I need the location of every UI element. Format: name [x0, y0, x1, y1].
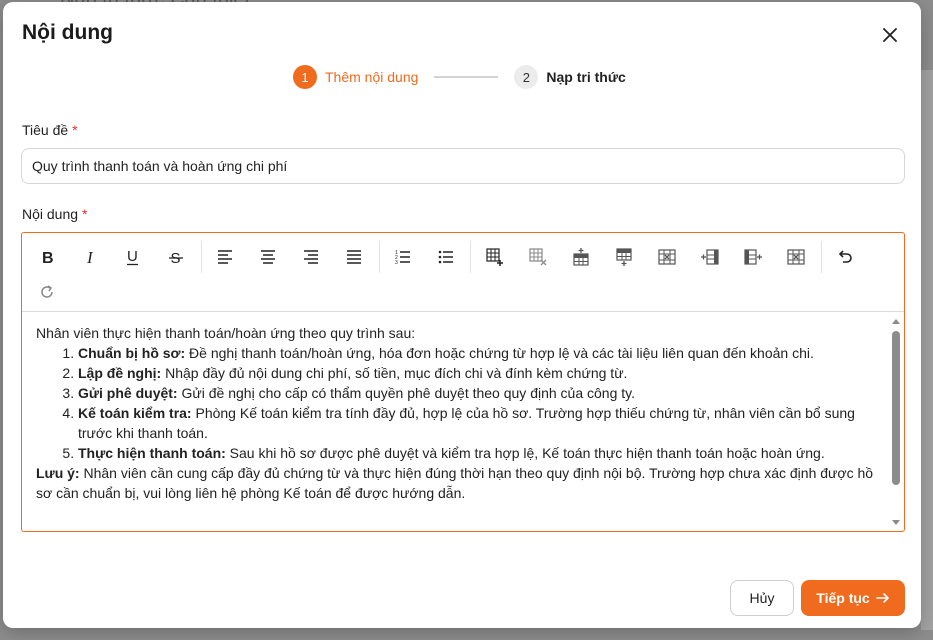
bold-icon: B	[42, 250, 54, 265]
delete-column-icon	[787, 249, 805, 265]
undo-icon	[838, 250, 852, 263]
toolbar-divider	[379, 241, 380, 273]
ordered-list-button[interactable]: 123	[390, 244, 416, 270]
toolbar-divider	[470, 241, 471, 273]
step-label: Nạp tri thức	[546, 69, 626, 85]
align-justify-icon	[347, 250, 361, 264]
cancel-button[interactable]: Hủy	[730, 580, 794, 616]
insert-column-left-icon	[701, 249, 719, 265]
delete-column-button[interactable]	[783, 244, 809, 270]
step-connector	[434, 76, 499, 78]
title-input[interactable]	[21, 148, 905, 184]
strikethrough-button[interactable]: S	[163, 244, 189, 270]
insert-column-right-button[interactable]	[740, 244, 766, 270]
insert-row-below-button[interactable]	[611, 244, 637, 270]
scroll-thumb[interactable]	[892, 331, 900, 485]
align-center-button[interactable]	[255, 244, 281, 270]
svg-text:U: U	[127, 248, 138, 265]
scroll-down-arrow-icon[interactable]	[892, 520, 900, 525]
undo-button[interactable]	[832, 244, 858, 270]
modal-title: Nội dung	[22, 21, 113, 44]
align-justify-button[interactable]	[341, 244, 367, 270]
close-icon	[883, 28, 897, 42]
title-label: Tiêu đề *	[22, 122, 78, 138]
insert-row-below-icon	[616, 248, 632, 266]
editor-toolbar: B I U S 1 2 3	[22, 233, 904, 312]
align-left-button[interactable]	[212, 244, 238, 270]
content-label: Nội dung *	[22, 206, 87, 222]
svg-text:I: I	[86, 249, 94, 265]
delete-row-button[interactable]	[654, 244, 680, 270]
delete-table-icon	[529, 248, 547, 266]
toolbar-divider	[201, 241, 202, 273]
insert-row-above-icon	[573, 248, 589, 266]
list-item-text: Phòng Kế toán kiểm tra tính đầy đủ, hợp …	[78, 405, 855, 441]
title-label-text: Tiêu đề	[22, 122, 69, 138]
note-title: Lưu ý:	[36, 465, 80, 481]
align-left-icon	[218, 250, 232, 264]
redo-button[interactable]	[34, 279, 60, 305]
toolbar-divider	[821, 241, 822, 273]
underline-button[interactable]: U	[120, 244, 146, 270]
continue-label: Tiếp tục	[816, 590, 870, 606]
close-button[interactable]	[879, 24, 901, 46]
redo-icon	[41, 285, 53, 298]
strikethrough-icon: S	[169, 250, 183, 265]
italic-icon: I	[86, 249, 94, 265]
bullet-list-icon	[438, 250, 453, 264]
align-right-button[interactable]	[298, 244, 324, 270]
list-item: Chuẩn bị hồ sơ: Đề nghị thanh toán/hoàn …	[78, 343, 874, 363]
align-right-icon	[304, 250, 318, 264]
step-number: 2	[514, 65, 539, 89]
step-number: 1	[293, 65, 317, 89]
scroll-up-arrow-icon[interactable]	[892, 319, 900, 324]
list-item: Lập đề nghị: Nhập đầy đủ nội dung chi ph…	[78, 363, 874, 383]
list-item-text: Sau khi hồ sơ được phê duyệt và kiểm tra…	[225, 445, 825, 461]
insert-column-right-icon	[744, 249, 762, 265]
svg-text:3: 3	[395, 260, 398, 265]
italic-button[interactable]: I	[77, 244, 103, 270]
content-note: Lưu ý: Nhân viên cần cung cấp đầy đủ chứ…	[36, 463, 874, 503]
content-ordered-list: Chuẩn bị hồ sơ: Đề nghị thanh toán/hoàn …	[78, 343, 874, 463]
svg-text:B: B	[42, 250, 54, 265]
delete-table-button[interactable]	[525, 244, 551, 270]
list-item-title: Lập đề nghị:	[78, 365, 162, 381]
underline-icon: U	[127, 248, 138, 266]
ordered-list-icon: 123	[395, 250, 410, 265]
continue-button[interactable]: Tiếp tục	[801, 580, 905, 616]
list-item-title: Gửi phê duyệt:	[78, 385, 178, 401]
list-item-title: Chuẩn bị hồ sơ:	[78, 345, 186, 361]
bold-button[interactable]: B	[34, 244, 60, 270]
note-text: Nhân viên cần cung cấp đầy đủ chứng từ v…	[36, 465, 874, 501]
content-intro: Nhân viên thực hiện thanh toán/hoàn ứng …	[36, 325, 416, 341]
list-item-text: Đề nghị thanh toán/hoàn ứng, hóa đơn hoặ…	[185, 345, 814, 361]
required-mark: *	[81, 206, 88, 222]
stepper: 1 Thêm nội dung 2 Nạp tri thức	[293, 64, 626, 90]
list-item: Gửi phê duyệt: Gửi đề nghị cho cấp có th…	[78, 383, 874, 403]
arrow-right-icon	[875, 593, 889, 603]
list-item-text: Nhập đầy đủ nội dung chi phí, số tiền, m…	[161, 365, 628, 381]
insert-table-button[interactable]	[482, 244, 508, 270]
editor-scrollbar[interactable]	[888, 313, 904, 531]
list-item-title: Kế toán kiểm tra:	[78, 405, 192, 421]
step-load-knowledge[interactable]: 2 Nạp tri thức	[514, 65, 626, 89]
insert-row-above-button[interactable]	[568, 244, 594, 270]
list-item-title: Thực hiện thanh toán:	[78, 445, 226, 461]
delete-row-icon	[658, 249, 676, 265]
list-item: Kế toán kiểm tra: Phòng Kế toán kiểm tra…	[78, 403, 874, 443]
step-add-content[interactable]: 1 Thêm nội dung	[293, 65, 418, 89]
rich-text-editor: B I U S 1 2 3 Nhân viên thực hiện thanh …	[21, 232, 905, 532]
insert-table-icon	[486, 248, 503, 266]
bullet-list-button[interactable]	[433, 244, 459, 270]
insert-column-left-button[interactable]	[697, 244, 723, 270]
required-mark: *	[72, 122, 78, 138]
content-modal: Nội dung 1 Thêm nội dung 2 Nạp tri thức …	[3, 2, 921, 628]
content-label-text: Nội dung	[22, 206, 79, 222]
list-item: Thực hiện thanh toán: Sau khi hồ sơ được…	[78, 443, 874, 463]
editor-content[interactable]: Nhân viên thực hiện thanh toán/hoàn ứng …	[22, 313, 888, 531]
backdrop-panel	[921, 70, 933, 630]
list-item-text: Gửi đề nghị cho cấp có thẩm quyền phê du…	[177, 385, 636, 401]
step-label: Thêm nội dung	[325, 69, 419, 85]
align-center-icon	[261, 250, 275, 264]
